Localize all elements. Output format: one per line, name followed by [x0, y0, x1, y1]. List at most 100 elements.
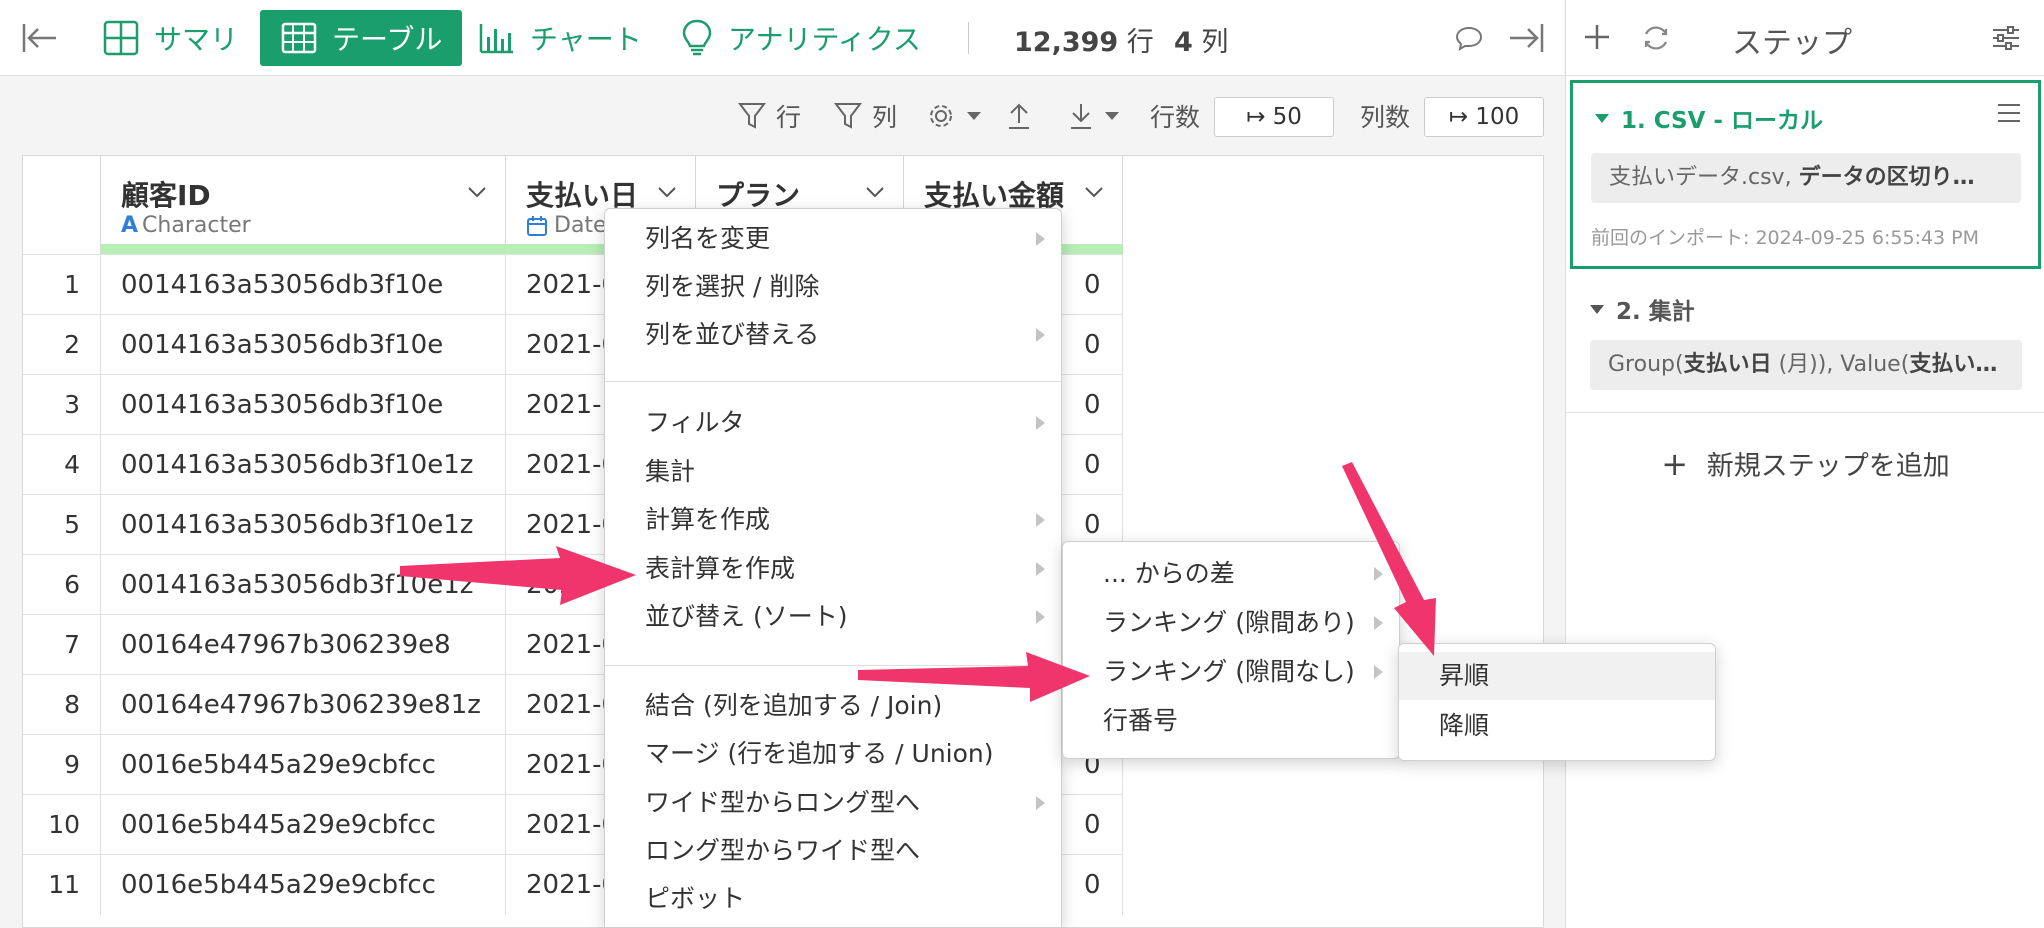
menu-item[interactable]: 表計算を作成 [605, 545, 1061, 593]
plus-icon[interactable] [1582, 22, 1612, 52]
plus-icon: + [1661, 445, 1689, 483]
cell-customer-id[interactable]: 0014163a53056db3f10e1z [101, 555, 506, 615]
step-title-aggregate[interactable]: 2. 集計 [1590, 292, 1695, 326]
menu-item-label: 表計算を作成 [645, 554, 796, 583]
column-filter-button[interactable]: 列 [834, 98, 897, 134]
character-type-icon: A [121, 213, 139, 238]
tab-chart[interactable]: チャート [478, 10, 642, 66]
menu-item[interactable]: 計算を作成 [605, 496, 1061, 544]
menu-item[interactable]: 列名を変更 [605, 215, 1061, 263]
expand-right-icon[interactable] [1506, 10, 1560, 66]
cell-customer-id[interactable]: 00164e47967b306239e8 [101, 615, 506, 675]
menu-item[interactable]: 結合 (列を追加する / Join) [605, 682, 1061, 730]
submenu-arrow-icon [1036, 232, 1045, 246]
expand-triangle-icon [1590, 304, 1604, 314]
sort-descending-item[interactable]: 降順 [1399, 702, 1715, 750]
collapse-left-icon[interactable] [20, 10, 74, 66]
sort-ascending-item[interactable]: 昇順 [1399, 652, 1715, 700]
steps-panel-header: ステップ [1566, 0, 2044, 76]
tab-analytics[interactable]: アナリティクス [680, 10, 921, 66]
step-title-label: 1. CSV - ローカル [1621, 108, 1823, 134]
menu-item[interactable]: 列を並び替える [605, 311, 1061, 359]
row-filter-button[interactable]: 行 [738, 98, 801, 134]
submenu-item[interactable]: ... からの差 [1063, 550, 1399, 598]
hamburger-menu-icon[interactable] [1996, 101, 2022, 125]
submenu-item[interactable]: ランキング (隙間あり) [1063, 599, 1399, 647]
row-index: 6 [23, 555, 101, 615]
cell-customer-id[interactable]: 0016e5b445a29e9cbfcc [101, 795, 506, 855]
chevron-down-icon[interactable] [465, 180, 489, 204]
step-title-label: 2. 集計 [1616, 299, 1695, 325]
step-card-csv[interactable]: 1. CSV - ローカル 支払いデータ.csv, データの区切り… 前回のイン… [1570, 80, 2041, 269]
download-dropdown[interactable] [1068, 98, 1130, 134]
add-step-button[interactable]: + 新規ステップを追加 [1566, 444, 2044, 483]
step-desc-part: 支払い… [1909, 352, 1998, 377]
chevron-down-icon[interactable] [863, 180, 887, 204]
row-count: 12,399 行 [1014, 20, 1154, 59]
cell-customer-id[interactable]: 0016e5b445a29e9cbfcc [101, 735, 506, 795]
cell-customer-id[interactable]: 0014163a53056db3f10e1z [101, 495, 506, 555]
menu-item-label: 列を選択 / 削除 [645, 272, 820, 301]
cell-customer-id[interactable]: 0014163a53056db3f10e [101, 375, 506, 435]
row-index: 2 [23, 315, 101, 375]
rows-input[interactable]: ↦ 50 [1214, 97, 1334, 137]
menu-item[interactable]: ワイド型からロング型へ [605, 779, 1061, 827]
menu-item[interactable]: 列を選択 / 削除 [605, 263, 1061, 311]
settings-dropdown[interactable] [926, 98, 992, 134]
row-index: 9 [23, 735, 101, 795]
sliders-icon[interactable] [1990, 22, 2022, 54]
row-index: 11 [23, 855, 101, 915]
index-header [23, 156, 101, 254]
step-description-aggregate[interactable]: Group(支払い日 (月)), Value(支払い… [1590, 340, 2022, 390]
menu-item-label: 列を並び替える [645, 320, 820, 349]
columns-input[interactable]: ↦ 100 [1424, 97, 1544, 137]
menu-item[interactable]: 並び替え (ソート) [605, 593, 1061, 641]
submenu-item[interactable]: ランキング (隙間なし) [1063, 648, 1399, 696]
row-index: 8 [23, 675, 101, 735]
menu-item-label: ワイド型からロング型へ [645, 788, 921, 817]
tab-analytics-label: アナリティクス [728, 23, 921, 56]
summary-grid-icon [103, 20, 139, 56]
chevron-down-icon[interactable] [655, 180, 679, 204]
row-index: 3 [23, 375, 101, 435]
cell-customer-id[interactable]: 0016e5b445a29e9cbfcc [101, 855, 506, 915]
cell-customer-id[interactable]: 00164e47967b306239e81z [101, 675, 506, 735]
cell-customer-id[interactable]: 0014163a53056db3f10e [101, 315, 506, 375]
menu-item[interactable]: ロング型からワイド型へ [605, 827, 1061, 875]
comment-icon[interactable] [1454, 10, 1498, 66]
submenu-arrow-icon [1036, 610, 1045, 624]
submenu-item-label: 行番号 [1103, 706, 1179, 735]
top-toolbar: サマリ テーブル チャート アナリティクス 12,399 行 4 列 [0, 0, 1564, 76]
submenu-item-label: 昇順 [1439, 661, 1490, 690]
column-name: 顧客ID [121, 179, 211, 212]
row-index: 1 [23, 255, 101, 315]
step-title[interactable]: 1. CSV - ローカル [1595, 101, 1823, 135]
menu-separator [605, 665, 1061, 666]
cell-customer-id[interactable]: 0014163a53056db3f10e [101, 255, 506, 315]
menu-separator [605, 381, 1061, 382]
caret-down-icon [967, 112, 981, 120]
refresh-icon[interactable] [1640, 22, 1672, 54]
table-calc-submenu: ... からの差 ランキング (隙間あり) ランキング (隙間なし) 行番号 [1062, 541, 1400, 759]
menu-item[interactable]: フィルタ [605, 399, 1061, 447]
menu-item[interactable]: ピボット [605, 875, 1061, 923]
add-step-label: 新規ステップを追加 [1706, 451, 1950, 482]
cell-customer-id[interactable]: 0014163a53056db3f10e1z [101, 435, 506, 495]
tab-table[interactable]: テーブル [260, 10, 463, 66]
column-header-customer-id[interactable]: 顧客ID A Character [101, 156, 506, 254]
column-type-label: Date [554, 213, 607, 238]
menu-item-label: 並び替え (ソート) [645, 602, 848, 631]
row-filter-label: 行 [776, 103, 802, 132]
step-desc-file: 支払いデータ.csv, [1609, 165, 1799, 190]
row-count-unit: 行 [1126, 27, 1154, 58]
chevron-down-icon[interactable] [1082, 180, 1106, 204]
step-description[interactable]: 支払いデータ.csv, データの区切り… [1591, 153, 2021, 203]
column-type: Date [526, 213, 607, 238]
menu-item-label: ロング型からワイド型へ [645, 836, 921, 865]
submenu-item[interactable]: 行番号 [1063, 697, 1399, 745]
upload-icon[interactable] [1006, 98, 1042, 134]
tab-summary[interactable]: サマリ [102, 10, 238, 66]
menu-item-label: マージ (行を追加する / Union) [645, 739, 994, 768]
menu-item[interactable]: 集計 [605, 448, 1061, 496]
menu-item[interactable]: マージ (行を追加する / Union) [605, 730, 1061, 778]
